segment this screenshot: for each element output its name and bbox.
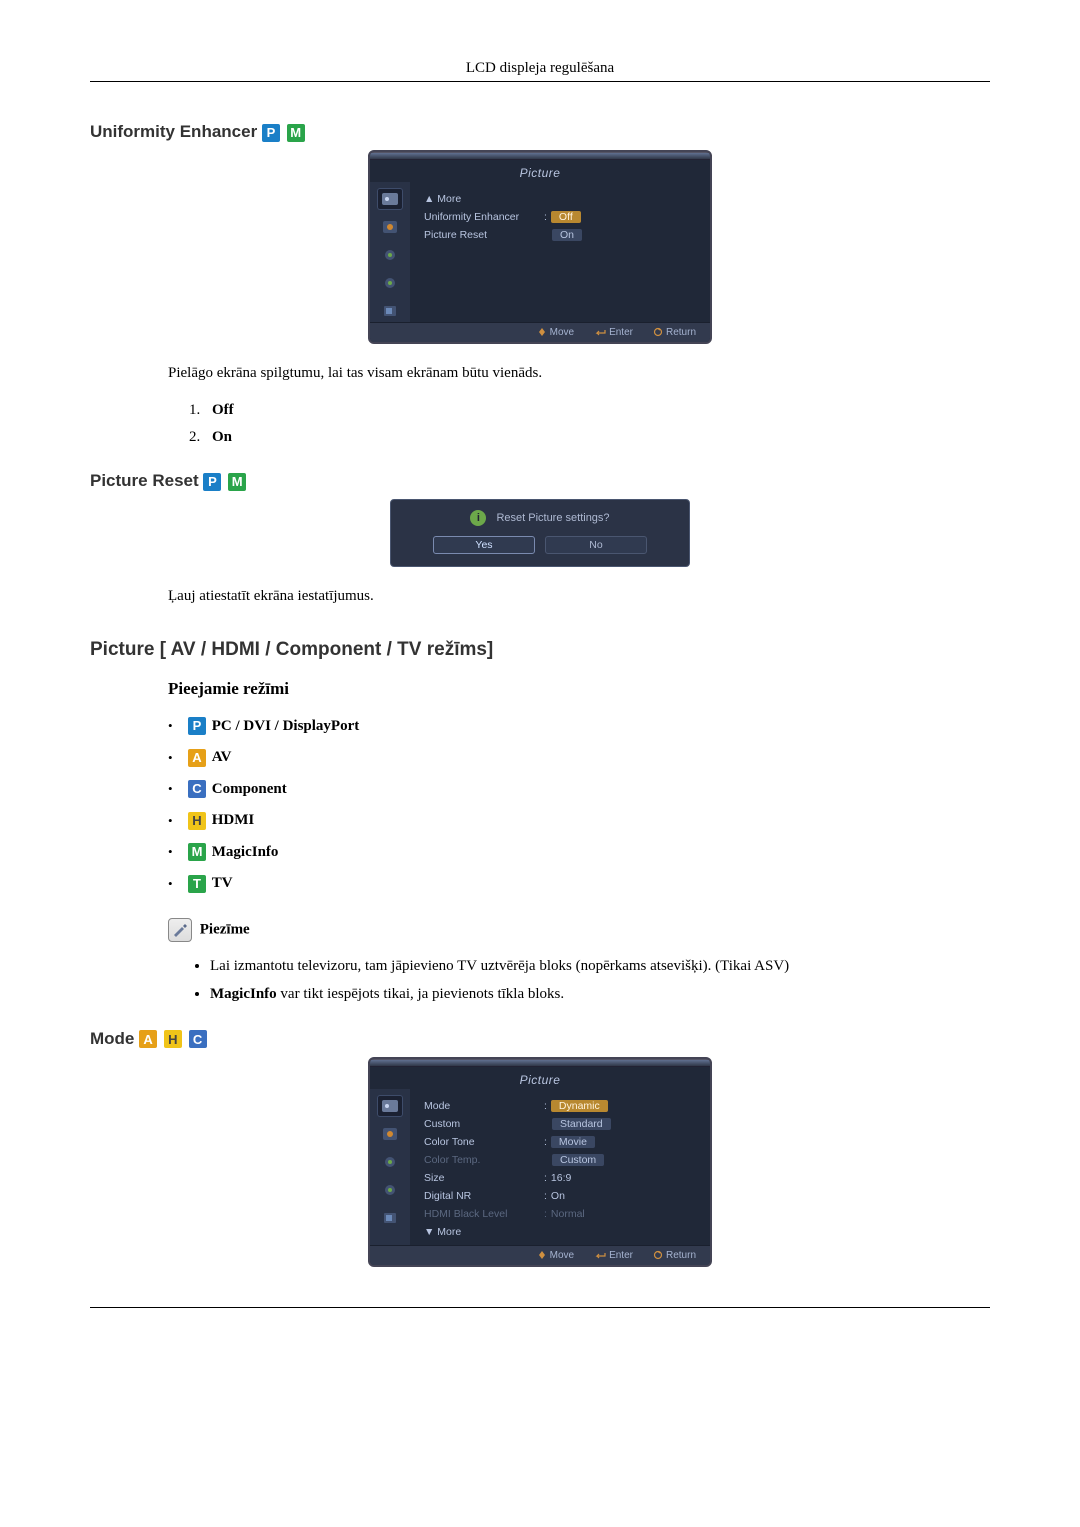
setup-tab-icon bbox=[377, 244, 403, 266]
dialog-screenshot: i Reset Picture settings? Yes No bbox=[90, 499, 990, 567]
multi-tab-icon bbox=[377, 272, 403, 294]
c-icon: C bbox=[188, 780, 206, 798]
v-dynamic: Dynamic bbox=[551, 1100, 608, 1112]
uniformity-desc: Pielāgo ekrāna spilgtumu, lai tas visam … bbox=[168, 362, 990, 385]
heading-mode-text: Mode bbox=[90, 1029, 134, 1048]
heading-picture-reset-text: Picture Reset bbox=[90, 471, 199, 490]
v-movie: Movie bbox=[551, 1136, 595, 1148]
sound-tab-icon bbox=[377, 1123, 403, 1145]
v-normal: Normal bbox=[551, 1208, 585, 1220]
v-standard: Standard bbox=[552, 1118, 611, 1130]
opt-on: On bbox=[204, 424, 990, 451]
osd-sidebar bbox=[370, 182, 410, 322]
r-colortone: Color Tone bbox=[424, 1136, 544, 1148]
osd1-row2: Picture Reset bbox=[424, 229, 544, 241]
osd-screenshot-1: Picture ▲ More bbox=[90, 150, 990, 344]
yes-button[interactable]: Yes bbox=[433, 536, 535, 554]
osd2-more: ▼ More bbox=[424, 1226, 544, 1238]
m-icon: M bbox=[287, 124, 305, 142]
mode-m: M MagicInfo bbox=[168, 837, 990, 869]
picture-tab-icon bbox=[377, 188, 403, 210]
heading-uniformity: Uniformity Enhancer P M bbox=[90, 122, 990, 142]
p-icon: P bbox=[262, 124, 280, 142]
v-on: On bbox=[551, 1190, 565, 1202]
mode-p: P PC / DVI / DisplayPort bbox=[168, 711, 990, 743]
picture-reset-desc: Ļauj atiestatīt ekrāna iestatījumus. bbox=[168, 585, 990, 608]
osd1-row1: Uniformity Enhancer bbox=[424, 211, 544, 223]
no-button[interactable]: No bbox=[545, 536, 647, 554]
heading-mode: Mode A H C bbox=[90, 1029, 990, 1049]
opt-off: Off bbox=[204, 397, 990, 424]
return-hint: Return bbox=[653, 327, 696, 338]
osd-footer: Move Enter Return bbox=[370, 322, 710, 342]
move-hint: Move bbox=[537, 327, 574, 338]
mode-a: A AV bbox=[168, 742, 990, 774]
v-custom: Custom bbox=[552, 1154, 604, 1166]
osd1-on: On bbox=[552, 229, 582, 241]
h-icon: H bbox=[164, 1030, 182, 1048]
r-colortemp: Color Temp. bbox=[424, 1154, 544, 1166]
osd2-title: Picture bbox=[370, 1067, 710, 1089]
c-icon: C bbox=[189, 1030, 207, 1048]
heading-picture-reset: Picture Reset P M bbox=[90, 471, 990, 491]
page-header: LCD displeja regulēšana bbox=[90, 60, 990, 82]
note-icon bbox=[168, 918, 192, 942]
r-custom: Custom bbox=[424, 1118, 544, 1130]
available-modes-heading: Pieejamie režīmi bbox=[168, 679, 990, 699]
osd1-title: Picture bbox=[370, 160, 710, 182]
r-dnr: Digital NR bbox=[424, 1190, 544, 1202]
p-icon: P bbox=[188, 717, 206, 735]
info-tab-icon bbox=[377, 300, 403, 322]
m-icon: M bbox=[188, 843, 206, 861]
info-icon: i bbox=[470, 510, 486, 526]
r-hdmi: HDMI Black Level bbox=[424, 1208, 544, 1220]
mode-h: H HDMI bbox=[168, 805, 990, 837]
r-size: Size bbox=[424, 1172, 544, 1184]
h-icon: H bbox=[188, 812, 206, 830]
mode-c: C Component bbox=[168, 774, 990, 806]
picture-tab-icon bbox=[377, 1095, 403, 1117]
heading-uniformity-text: Uniformity Enhancer bbox=[90, 122, 257, 141]
sound-tab-icon bbox=[377, 216, 403, 238]
a-icon: A bbox=[188, 749, 206, 767]
r-mode: Mode bbox=[424, 1100, 544, 1112]
osd1-more: ▲ More bbox=[424, 190, 700, 208]
dialog-question: Reset Picture settings? bbox=[496, 512, 609, 524]
move-hint: Move bbox=[537, 1250, 574, 1261]
a-icon: A bbox=[139, 1030, 157, 1048]
multi-tab-icon bbox=[377, 1179, 403, 1201]
setup-tab-icon bbox=[377, 1151, 403, 1173]
osd-screenshot-2: Picture Mode:Dynamic bbox=[90, 1057, 990, 1267]
enter-hint: Enter bbox=[594, 1250, 633, 1261]
osd1-off: Off bbox=[551, 211, 581, 223]
return-hint: Return bbox=[653, 1250, 696, 1261]
note-item-1: Lai izmantotu televizoru, tam jāpievieno… bbox=[210, 952, 990, 981]
page-footer-line bbox=[90, 1307, 990, 1309]
heading-picture-modes: Picture [ AV / HDMI / Component / TV rež… bbox=[90, 639, 990, 661]
m-icon: M bbox=[228, 473, 246, 491]
enter-hint: Enter bbox=[594, 327, 633, 338]
p-icon: P bbox=[203, 473, 221, 491]
v-size: 16:9 bbox=[551, 1172, 571, 1184]
t-icon: T bbox=[188, 875, 206, 893]
note-heading: Piezīme bbox=[168, 918, 990, 942]
note-item-2: MagicInfo var tikt iespējots tikai, ja p… bbox=[210, 980, 990, 1009]
info-tab-icon bbox=[377, 1207, 403, 1229]
mode-t: T TV bbox=[168, 868, 990, 900]
